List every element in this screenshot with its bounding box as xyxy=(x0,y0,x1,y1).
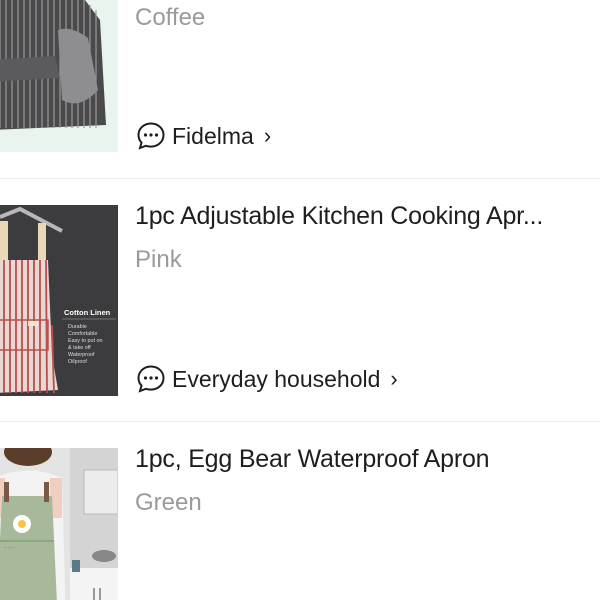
image-text-line: Oilproof xyxy=(68,359,87,365)
striped-apron-image xyxy=(0,0,118,152)
product-variant: Pink xyxy=(135,246,182,273)
cart-item-list: Coffee Fidelma › Cotton Linen Durable Co… xyxy=(0,0,600,600)
product-image[interactable]: ~ ~ ~ xyxy=(0,448,118,600)
shop-name: Fidelma xyxy=(172,122,254,149)
product-image[interactable] xyxy=(0,0,118,152)
product-image[interactable]: Cotton Linen Durable Comfortable Easy to… xyxy=(0,205,118,396)
image-text-line: Easy to put on xyxy=(68,338,102,344)
chat-bubble-icon xyxy=(137,122,165,150)
shop-link[interactable]: Fidelma › xyxy=(136,120,271,152)
cart-item: ~ ~ ~ 1pc, Egg Bear Waterproof Apron Gre… xyxy=(0,423,600,600)
image-text-line: Comfortable xyxy=(68,331,97,337)
pink-striped-apron-image: Cotton Linen Durable Comfortable Easy to… xyxy=(0,205,118,396)
image-text-line: Durable xyxy=(68,324,87,330)
image-text-heading: Cotton Linen xyxy=(64,308,111,317)
svg-text:~ ~ ~: ~ ~ ~ xyxy=(4,545,14,550)
chevron-right-icon: › xyxy=(390,366,398,391)
product-title[interactable]: 1pc Adjustable Kitchen Cooking Apr... xyxy=(135,202,590,231)
cart-item: Coffee Fidelma › xyxy=(0,0,600,179)
shop-link[interactable]: Everyday household › xyxy=(136,363,398,395)
image-text-line: Waterproof xyxy=(68,352,95,358)
chat-bubble-icon xyxy=(137,365,165,393)
shop-name: Everyday household xyxy=(172,365,381,392)
cart-item: Cotton Linen Durable Comfortable Easy to… xyxy=(0,180,600,422)
product-variant: Coffee xyxy=(135,4,206,31)
green-egg-apron-image: ~ ~ ~ xyxy=(0,448,118,600)
product-title[interactable]: 1pc, Egg Bear Waterproof Apron xyxy=(135,445,590,474)
product-variant: Green xyxy=(135,489,202,516)
chevron-right-icon: › xyxy=(263,123,272,148)
image-text-line: & take off xyxy=(68,345,91,351)
